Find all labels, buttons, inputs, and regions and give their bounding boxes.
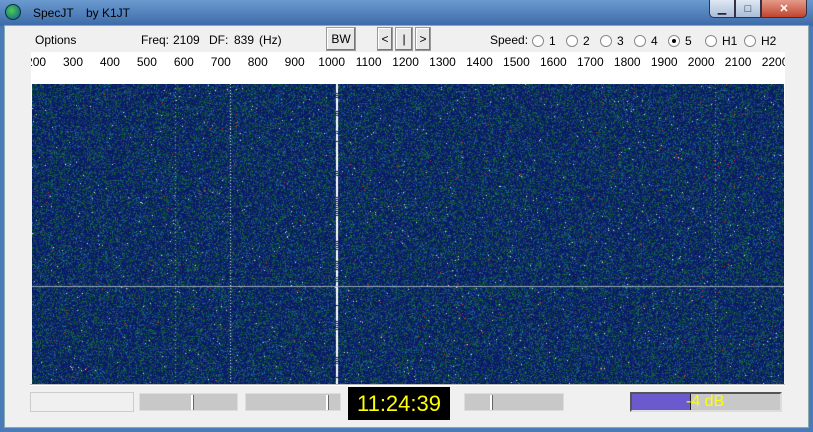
- slider-1-thumb[interactable]: [191, 395, 194, 410]
- speed-radio-h2[interactable]: H2: [744, 34, 776, 48]
- speed-radio-2[interactable]: 2: [566, 34, 590, 48]
- options-menu[interactable]: Options: [35, 33, 76, 47]
- slider-2[interactable]: [245, 393, 341, 411]
- radio-circle[interactable]: [668, 35, 680, 47]
- bw-button[interactable]: BW: [326, 27, 356, 51]
- center-button[interactable]: |: [395, 27, 413, 51]
- speed-radio-5[interactable]: 5: [668, 34, 692, 48]
- speed-option-label: 2: [583, 34, 590, 48]
- scale-label: 2100: [725, 55, 752, 69]
- radio-circle[interactable]: [566, 35, 578, 47]
- speed-option-label: 1: [549, 34, 556, 48]
- maximize-button[interactable]: □: [735, 0, 761, 18]
- df-label: DF:: [209, 33, 228, 47]
- scale-label: 600: [174, 55, 194, 69]
- radio-circle[interactable]: [532, 35, 544, 47]
- scale-label: 1500: [503, 55, 530, 69]
- scale-label: 1600: [540, 55, 567, 69]
- scale-label: 1700: [577, 55, 604, 69]
- speed-radio-1[interactable]: 1: [532, 34, 556, 48]
- window-subtitle: by K1JT: [86, 6, 130, 20]
- scale-label: 1300: [429, 55, 456, 69]
- level-text: -4 dB: [686, 393, 724, 411]
- scale-label: 1400: [466, 55, 493, 69]
- waterfall-display[interactable]: [32, 84, 784, 384]
- left-button[interactable]: <: [377, 27, 393, 51]
- slider-2-thumb[interactable]: [326, 395, 329, 410]
- hz-unit: (Hz): [259, 33, 282, 47]
- radio-circle[interactable]: [634, 35, 646, 47]
- slider-3[interactable]: [464, 393, 564, 411]
- scale-label: 800: [248, 55, 268, 69]
- radio-circle[interactable]: [744, 35, 756, 47]
- radio-circle[interactable]: [600, 35, 612, 47]
- speed-option-label: H2: [761, 34, 776, 48]
- scale-label: 900: [285, 55, 305, 69]
- slider-3-thumb[interactable]: [490, 395, 493, 410]
- scale-label: 2000: [688, 55, 715, 69]
- speed-radio-h1[interactable]: H1: [705, 34, 737, 48]
- speed-option-label: 4: [651, 34, 658, 48]
- right-button[interactable]: >: [415, 27, 431, 51]
- main-window: Options Freq: 2109 DF: 839 (Hz) BW < | >…: [4, 25, 809, 428]
- speed-option-label: 3: [617, 34, 624, 48]
- slider-1[interactable]: [139, 393, 238, 411]
- scale-label: 300: [63, 55, 83, 69]
- minimize-button[interactable]: ▁: [709, 0, 735, 18]
- scale-label: 1900: [651, 55, 678, 69]
- scale-label: 200: [31, 55, 46, 69]
- status-box: [30, 392, 134, 412]
- scale-label: 1000: [318, 55, 345, 69]
- level-meter-fill: [632, 394, 691, 410]
- clock-display: 11:24:39: [348, 387, 450, 420]
- scale-label: 2200: [762, 55, 785, 69]
- scale-label: 1200: [392, 55, 419, 69]
- freq-value: 2109: [173, 33, 200, 47]
- scale-label: 400: [100, 55, 120, 69]
- radio-circle[interactable]: [705, 35, 717, 47]
- df-value: 839: [234, 33, 254, 47]
- scale-label: 1800: [614, 55, 641, 69]
- scale-label: 500: [137, 55, 157, 69]
- speed-option-label: H1: [722, 34, 737, 48]
- scale-label: 700: [211, 55, 231, 69]
- freq-label: Freq:: [141, 33, 169, 47]
- window-title: SpecJT: [33, 6, 74, 20]
- speed-option-label: 5: [685, 34, 692, 48]
- title-bar: SpecJT by K1JT ▁ □ ✕: [0, 0, 813, 26]
- globe-icon: [5, 4, 21, 20]
- scale-label: 1100: [356, 55, 382, 69]
- speed-radio-4[interactable]: 4: [634, 34, 658, 48]
- level-meter: -4 dB: [630, 392, 782, 412]
- speed-radio-3[interactable]: 3: [600, 34, 624, 48]
- speed-label: Speed:: [490, 33, 528, 47]
- close-button[interactable]: ✕: [761, 0, 807, 18]
